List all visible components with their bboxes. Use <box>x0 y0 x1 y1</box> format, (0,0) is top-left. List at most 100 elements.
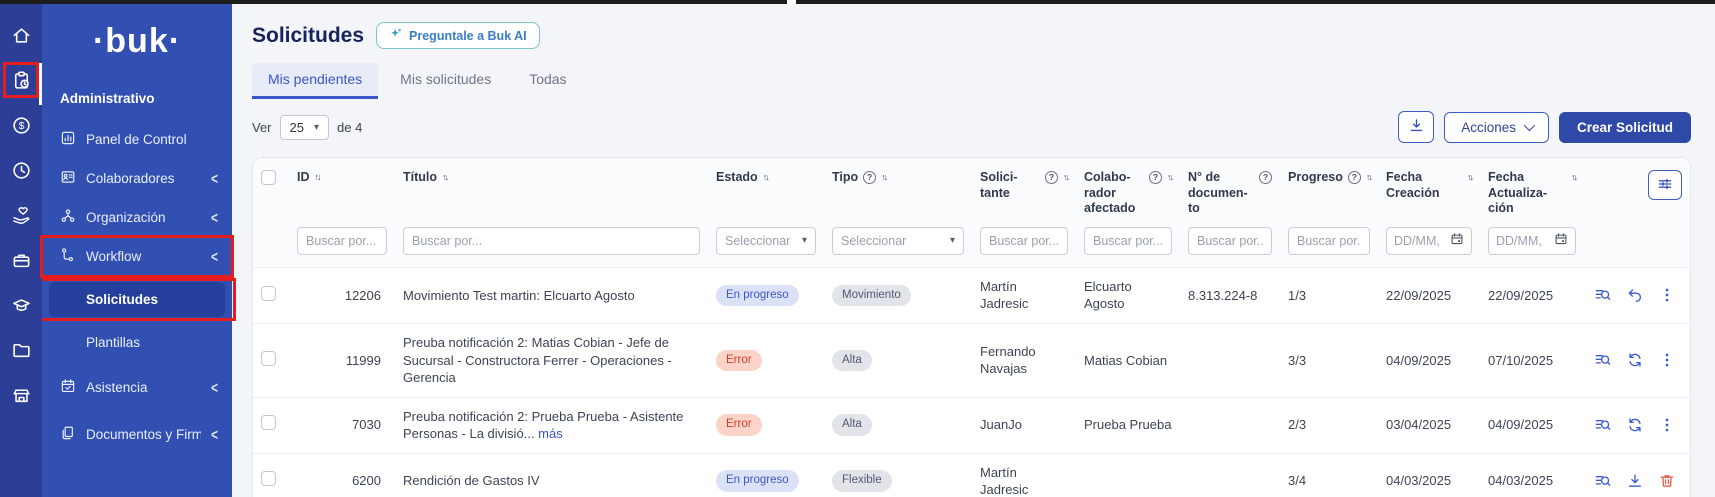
marketplace-store-icon[interactable] <box>8 382 34 408</box>
requests-clipboard-icon[interactable] <box>8 67 34 93</box>
sidebar: ·buk· Administrativo Panel de Control Co… <box>42 0 232 497</box>
select-all-checkbox[interactable] <box>261 170 276 185</box>
row-fecha-actualizacion: 22/09/2025 <box>1480 267 1584 323</box>
undo-icon[interactable] <box>1626 286 1644 304</box>
filter-solicitante-input[interactable] <box>980 227 1068 255</box>
row-documento <box>1180 323 1280 397</box>
sidebar-item-colaboradores[interactable]: Colaboradores < <box>42 159 232 198</box>
sidebar-item-panel-de-control[interactable]: Panel de Control <box>42 120 232 159</box>
sidebar-item-workflow[interactable]: Workflow < <box>42 237 232 276</box>
toolbar-actions: Acciones Crear Solicitud <box>1398 111 1691 143</box>
calendar-icon <box>1450 232 1464 249</box>
filter-id-input[interactable] <box>297 227 387 255</box>
sort-icon[interactable]: ↑↓ <box>763 172 768 183</box>
kebab-menu-icon[interactable] <box>1658 351 1676 369</box>
chevron-left-icon: < <box>211 208 218 226</box>
detail-search-icon[interactable] <box>1594 416 1612 434</box>
chevron-down-icon <box>1524 120 1535 131</box>
acciones-button[interactable]: Acciones <box>1444 112 1549 143</box>
kebab-menu-icon[interactable] <box>1658 286 1676 304</box>
help-icon[interactable]: ? <box>1149 171 1162 184</box>
filter-fecha-actualizacion-date[interactable]: DD/MM, <box>1488 227 1576 255</box>
page-size-select[interactable]: 25 ▾ <box>280 115 330 140</box>
tab-bar: Mis pendientes Mis solicitudes Todas <box>252 63 1691 99</box>
help-icon[interactable]: ? <box>1259 171 1272 184</box>
sort-icon[interactable]: ↑↓ <box>1571 172 1576 183</box>
sort-icon[interactable]: ↑↓ <box>1467 172 1472 183</box>
download-icon[interactable] <box>1626 472 1644 490</box>
refresh-icon[interactable] <box>1626 351 1644 369</box>
sidebar-item-label: Panel de Control <box>86 132 220 147</box>
sidebar-item-organizacion[interactable]: Organización < <box>42 198 232 237</box>
page-size-value: 25 <box>290 120 304 135</box>
trash-icon[interactable] <box>1658 472 1676 490</box>
export-download-button[interactable] <box>1398 111 1434 143</box>
refresh-icon[interactable] <box>1626 416 1644 434</box>
sidebar-item-plantillas[interactable]: Plantillas <box>42 325 232 360</box>
ask-buk-ai-button[interactable]: Preguntale a Buk AI <box>376 22 540 49</box>
top-strip-notch <box>787 0 796 4</box>
culture-briefcase-icon[interactable] <box>8 247 34 273</box>
row-id: 7030 <box>289 397 395 453</box>
kebab-menu-icon[interactable] <box>1658 416 1676 434</box>
training-graduation-icon[interactable] <box>8 292 34 318</box>
benefits-hand-heart-icon[interactable] <box>8 202 34 228</box>
filter-colaborador-input[interactable] <box>1084 227 1172 255</box>
tab-mis-pendientes[interactable]: Mis pendientes <box>252 63 378 99</box>
home-icon[interactable] <box>8 22 34 48</box>
column-header-solicitante: Solici-tante?↑↓ <box>972 158 1076 221</box>
time-clock-icon[interactable] <box>8 157 34 183</box>
row-fecha-actualizacion: 04/03/2025 <box>1480 453 1584 497</box>
row-id: 11999 <box>289 323 395 397</box>
row-checkbox[interactable] <box>261 471 276 486</box>
row-fecha-creacion: 22/09/2025 <box>1378 267 1480 323</box>
row-checkbox[interactable] <box>261 286 276 301</box>
sidebar-item-documentos-y-firma[interactable]: Documentos y Firma < <box>42 415 232 454</box>
detail-search-icon[interactable] <box>1594 286 1612 304</box>
sidebar-item-label: Colaboradores <box>86 171 201 186</box>
remunerations-dollar-icon[interactable]: $ <box>8 112 34 138</box>
row-fecha-actualizacion: 04/09/2025 <box>1480 397 1584 453</box>
column-header-tipo: Tipo?↑↓ <box>824 158 972 221</box>
detail-search-icon[interactable] <box>1594 472 1612 490</box>
sidebar-item-solicitudes[interactable]: Solicitudes <box>49 282 225 317</box>
sidebar-item-solicitudes-wrap: Solicitudes <box>42 282 232 317</box>
main-content: Solicitudes Preguntale a Buk AI Mis pend… <box>232 0 1715 497</box>
help-icon[interactable]: ? <box>1348 171 1361 184</box>
filter-titulo-input[interactable] <box>403 227 700 255</box>
app-root: $ ·buk· Administrativo Panel de Control <box>0 0 1715 497</box>
tab-todas[interactable]: Todas <box>513 63 582 99</box>
filter-documento-input[interactable] <box>1188 227 1272 255</box>
ver-label: Ver <box>252 120 272 135</box>
download-icon <box>1408 117 1425 137</box>
sort-icon[interactable]: ↑↓ <box>1366 172 1371 183</box>
row-checkbox[interactable] <box>261 351 276 366</box>
chevron-down-icon: ▾ <box>314 122 319 133</box>
tab-mis-solicitudes[interactable]: Mis solicitudes <box>384 63 507 99</box>
files-folder-icon[interactable] <box>8 337 34 363</box>
filter-fecha-creacion-date[interactable]: DD/MM, <box>1386 227 1472 255</box>
help-icon[interactable]: ? <box>1045 171 1058 184</box>
sort-icon[interactable]: ↑↓ <box>1063 172 1068 183</box>
detail-search-icon[interactable] <box>1594 351 1612 369</box>
filter-progreso-input[interactable] <box>1288 227 1370 255</box>
row-checkbox[interactable] <box>261 415 276 430</box>
column-settings-button[interactable] <box>1648 170 1682 200</box>
sort-icon[interactable]: ↑↓ <box>442 172 447 183</box>
row-progreso: 3/3 <box>1280 323 1378 397</box>
svg-text:$: $ <box>18 120 24 132</box>
dashboard-icon <box>60 130 76 149</box>
column-header-estado: Estado↑↓ <box>708 158 824 221</box>
sort-icon[interactable]: ↑↓ <box>881 172 886 183</box>
sidebar-item-asistencia[interactable]: Asistencia < <box>42 368 232 407</box>
estado-badge: Error <box>716 350 762 372</box>
help-icon[interactable]: ? <box>863 171 876 184</box>
row-solicitante: Fernando Navajas <box>972 323 1076 397</box>
sort-icon[interactable]: ↑↓ <box>1167 172 1172 183</box>
filter-tipo-select[interactable]: Seleccionar▾ <box>832 227 964 255</box>
crear-solicitud-button[interactable]: Crear Solicitud <box>1559 112 1691 143</box>
tipo-badge: Alta <box>832 414 872 436</box>
filter-estado-select[interactable]: Seleccionar▾ <box>716 227 816 255</box>
sort-icon[interactable]: ↑↓ <box>315 172 320 183</box>
mas-link[interactable]: más <box>538 426 563 441</box>
